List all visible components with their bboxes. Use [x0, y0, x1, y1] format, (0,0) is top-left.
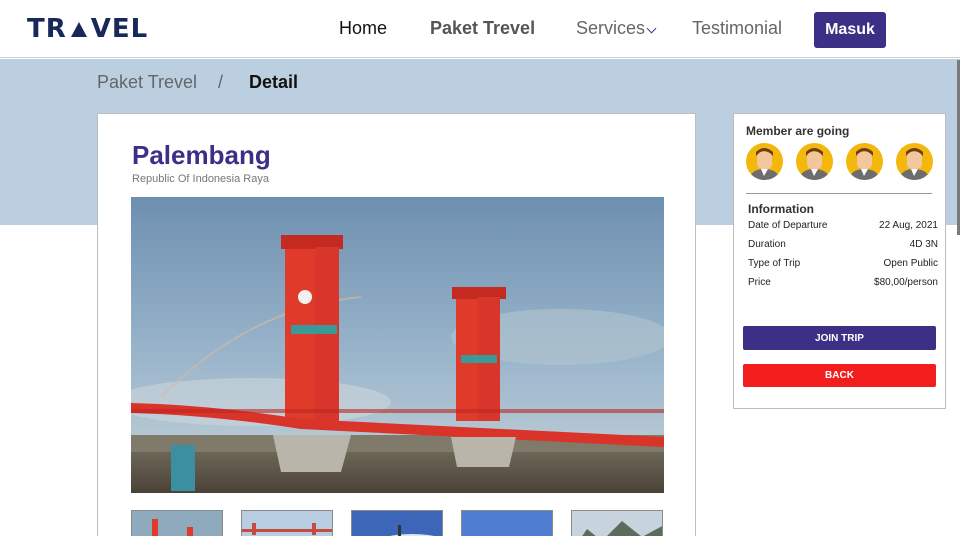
information-title: Information [748, 202, 814, 216]
breadcrumb-current: Detail [249, 72, 299, 92]
member-avatar [846, 143, 883, 180]
members-title: Member are going [746, 124, 850, 138]
info-label: Date of Departure [748, 220, 828, 231]
back-button[interactable]: BACK [743, 364, 936, 387]
info-value: Open Public [883, 258, 938, 269]
thumbnail-4[interactable] [461, 510, 553, 536]
trip-info-card: Member are going Information Date of Dep… [733, 113, 946, 409]
main-photo [131, 197, 664, 493]
info-value: 4D 3N [909, 239, 938, 250]
navbar: TR VEL Home Paket Trevel Services Testim… [0, 0, 960, 58]
nav-services-label: Services [576, 18, 646, 38]
thumbnail-1[interactable] [131, 510, 223, 536]
login-button[interactable]: Masuk [814, 12, 886, 48]
divider [746, 193, 932, 194]
chevron-down-icon [646, 23, 657, 33]
destination-subtitle: Republic Of Indonesia Raya [132, 173, 269, 185]
info-label: Duration [748, 239, 786, 250]
join-trip-button[interactable]: JOIN TRIP [743, 326, 936, 350]
info-row-departure: Date of Departure 22 Aug, 2021 [748, 220, 938, 231]
nav-link-services[interactable]: Services [576, 18, 657, 39]
member-avatar [796, 143, 833, 180]
member-avatar [746, 143, 783, 180]
nav-link-paket-trevel[interactable]: Paket Trevel [430, 18, 535, 39]
logo[interactable]: TR VEL [27, 14, 148, 44]
breadcrumb-separator: / [218, 72, 224, 92]
info-value: $80,00/person [874, 277, 938, 288]
logo-text-right: VEL [90, 14, 149, 44]
thumbnail-2[interactable] [241, 510, 333, 536]
logo-triangle-icon [70, 21, 87, 37]
info-value: 22 Aug, 2021 [879, 220, 938, 231]
thumbnail-5[interactable] [571, 510, 663, 536]
info-row-price: Price $80,00/person [748, 277, 938, 288]
nav-link-home[interactable]: Home [339, 18, 387, 39]
info-row-duration: Duration 4D 3N [748, 239, 938, 250]
page: TR VEL Home Paket Trevel Services Testim… [0, 0, 960, 536]
logo-text-left: TR [27, 14, 67, 44]
destination-card: Palembang Republic Of Indonesia Raya [97, 113, 696, 536]
breadcrumb-parent[interactable]: Paket Trevel [97, 72, 197, 93]
info-label: Type of Trip [748, 258, 801, 269]
thumbnail-3[interactable] [351, 510, 443, 536]
info-row-type: Type of Trip Open Public [748, 258, 938, 269]
member-avatar [896, 143, 933, 180]
info-label: Price [748, 277, 771, 288]
nav-link-testimonial[interactable]: Testimonial [692, 18, 782, 39]
destination-title: Palembang [132, 140, 271, 170]
